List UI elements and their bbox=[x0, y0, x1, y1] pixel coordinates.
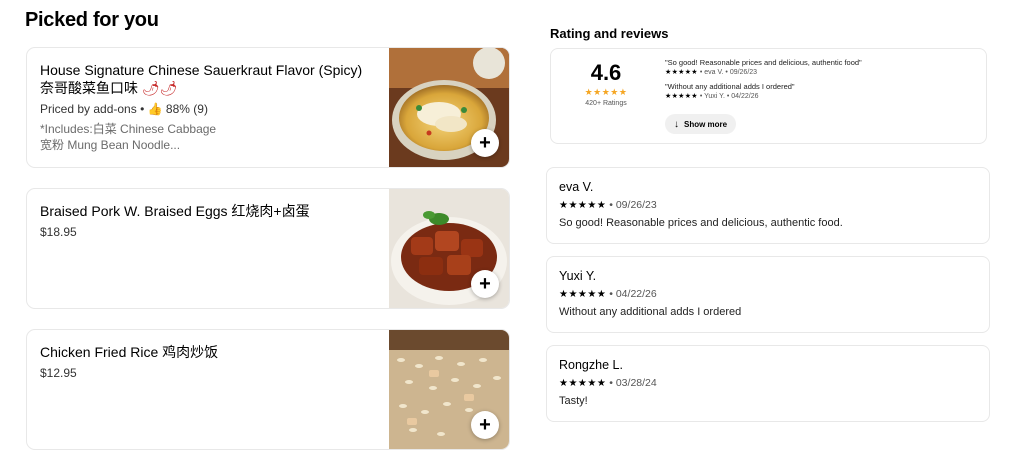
star-rating-icon: ★★★★★ bbox=[665, 69, 698, 76]
ratings-reviews-title: Rating and reviews bbox=[550, 26, 669, 41]
star-rating-icon: ★★★★★ bbox=[559, 378, 607, 389]
reviewer-name: Yuxi Y. bbox=[704, 93, 725, 100]
fish-soup-photo: + bbox=[389, 48, 509, 167]
review-date: 04/22/26 bbox=[615, 288, 657, 300]
review-text: Without any additional adds I ordered bbox=[559, 306, 742, 318]
star-rating-icon: ★★★★★ bbox=[559, 200, 607, 211]
star-rating-icon: ★★★★★ bbox=[584, 87, 628, 97]
rating-summary-card: 4.6 ★★★★★ 420+ Ratings "So good! Reasona… bbox=[550, 48, 987, 144]
star-rating-icon: ★★★★★ bbox=[559, 289, 607, 300]
review-text: Tasty! bbox=[559, 395, 588, 407]
review-date: 09/26/23 bbox=[729, 69, 758, 76]
review-date: 03/28/24 bbox=[615, 377, 657, 389]
reviewer-name: eva V. bbox=[704, 69, 724, 76]
menu-item-card[interactable]: House Signature Chinese Sauerkraut Flavo… bbox=[26, 47, 510, 168]
item-price: $18.95 bbox=[40, 225, 77, 239]
item-name: House Signature Chinese Sauerkraut Flavo… bbox=[40, 62, 363, 96]
average-rating: 4.6 bbox=[590, 60, 622, 85]
reviewer-name: Rongzhe L. bbox=[559, 358, 623, 372]
reviewer-name: Yuxi Y. bbox=[559, 269, 597, 283]
ratings-count: 420+ Ratings bbox=[585, 100, 627, 107]
review-date: 09/26/23 bbox=[615, 199, 657, 211]
review-card[interactable]: Rongzhe L. ★★★★★ • 03/28/24 Tasty! bbox=[546, 345, 990, 422]
star-rating-icon: ★★★★★ bbox=[665, 93, 698, 100]
review-snippet: "Without any additional adds I ordered" bbox=[665, 82, 795, 91]
item-price: Priced by add-ons bbox=[40, 102, 137, 116]
add-item-button[interactable]: + bbox=[471, 270, 499, 298]
item-price: $12.95 bbox=[40, 366, 77, 380]
add-item-button[interactable]: + bbox=[471, 129, 499, 157]
menu-item-card[interactable]: Chicken Fried Rice 鸡肉炒饭 $12.95 + bbox=[26, 329, 510, 450]
menu-item-card[interactable]: Braised Pork W. Braised Eggs 红烧肉+卤蛋 $18.… bbox=[26, 188, 510, 309]
review-card[interactable]: Yuxi Y. ★★★★★ • 04/22/26 Without any add… bbox=[546, 256, 990, 333]
picked-for-you-title: Picked for you bbox=[25, 9, 159, 31]
fried-rice-photo: + bbox=[389, 330, 509, 449]
show-more-button[interactable]: ↓ Show more bbox=[665, 114, 737, 134]
reviewer-name: eva V. bbox=[559, 180, 594, 194]
review-snippet: "So good! Reasonable prices and deliciou… bbox=[665, 58, 862, 67]
item-description: *Includes:白菜 Chinese Cabbage 宽粉 Mung Bea… bbox=[40, 122, 217, 152]
show-more-label: Show more bbox=[684, 119, 728, 129]
item-rating: 88% (9) bbox=[165, 102, 208, 116]
item-name: Chicken Fried Rice 鸡肉炒饭 bbox=[40, 344, 219, 360]
review-text: So good! Reasonable prices and delicious… bbox=[559, 217, 843, 229]
separator: • bbox=[140, 102, 148, 116]
braised-pork-photo: + bbox=[389, 189, 509, 308]
review-card[interactable]: eva V. ★★★★★ • 09/26/23 So good! Reasona… bbox=[546, 167, 990, 244]
review-date: 04/22/26 bbox=[731, 93, 759, 100]
arrow-down-icon: ↓ bbox=[674, 118, 679, 130]
thumbs-up-icon: 👍 bbox=[147, 102, 163, 116]
add-item-button[interactable]: + bbox=[471, 411, 499, 439]
item-name: Braised Pork W. Braised Eggs 红烧肉+卤蛋 bbox=[40, 203, 310, 219]
chili-pepper-icon: 🌶🌶 bbox=[141, 80, 178, 96]
